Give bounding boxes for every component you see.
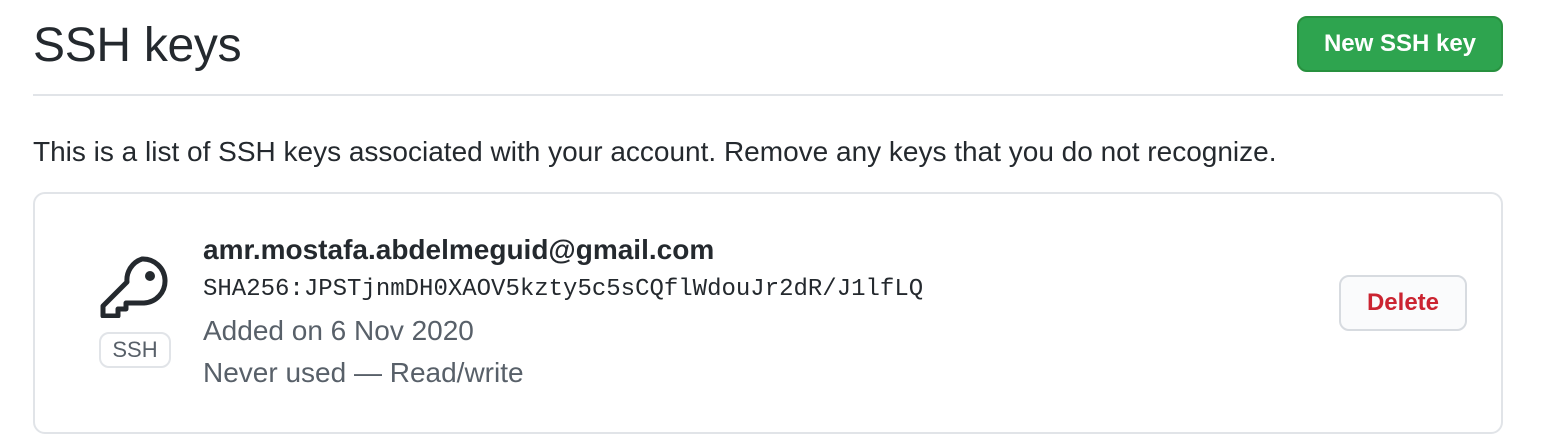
key-title: amr.mostafa.abdelmeguid@gmail.com <box>203 234 715 265</box>
key-details: amr.mostafa.abdelmeguid@gmail.com SHA256… <box>203 230 923 394</box>
key-type-badge: SSH <box>99 332 171 368</box>
page-title: SSH keys <box>33 19 242 72</box>
intro-description: This is a list of SSH keys associated wi… <box>33 136 1277 167</box>
key-fingerprint: SHA256:JPSTjnmDH0XAOV5kzty5c5sCQflWdouJr… <box>203 276 924 303</box>
page-header: SSH keys New SSH key <box>33 0 1503 96</box>
delete-key-button[interactable]: Delete <box>1339 275 1467 331</box>
ssh-keys-page: SSH keys New SSH key This is a list of S… <box>0 0 1552 448</box>
key-usage: Never used — Read/write <box>203 357 524 388</box>
ssh-key-list: SSH amr.mostafa.abdelmeguid@gmail.com SH… <box>33 192 1503 434</box>
new-ssh-key-button[interactable]: New SSH key <box>1297 16 1503 72</box>
key-added-date: Added on 6 Nov 2020 <box>203 315 474 346</box>
key-icon <box>99 256 175 338</box>
